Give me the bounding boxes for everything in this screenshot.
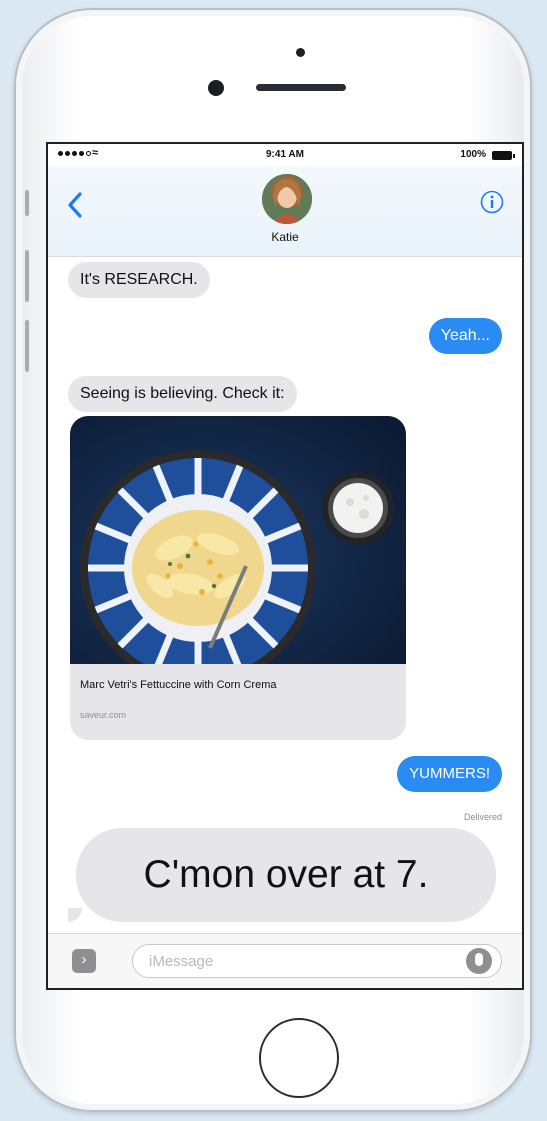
rich-link-domain: saveur.com [80, 710, 127, 720]
message-input-bar: › [48, 933, 522, 988]
message-input[interactable] [132, 944, 502, 978]
conversation-header: Katie [48, 166, 522, 257]
rich-link-title: Marc Vetri's Fettuccine with Corn Crema [80, 679, 277, 691]
message-bubble-incoming[interactable]: Seeing is believing. Check it: [68, 376, 297, 412]
message-bubble-incoming-big[interactable]: C'mon over at 7. [76, 828, 496, 922]
pasta-dish-photo [70, 416, 406, 664]
message-text: It's RESEARCH. [80, 271, 198, 288]
message-bubble-outgoing[interactable]: Yeah... [428, 318, 502, 354]
home-button[interactable] [259, 1018, 339, 1098]
battery-percentage: 100% [460, 149, 486, 160]
message-bubble-incoming[interactable]: It's RESEARCH. [68, 262, 210, 298]
message-text: C'mon over at 7. [143, 853, 429, 896]
info-icon[interactable] [480, 190, 504, 214]
avatar[interactable] [262, 174, 312, 224]
battery-icon [492, 151, 515, 160]
status-bar: ≈ 9:41 AM 100% [48, 144, 522, 166]
earpiece-speaker [256, 84, 346, 91]
status-time: 9:41 AM [266, 149, 304, 160]
rich-link-preview[interactable]: Marc Vetri's Fettuccine with Corn Crema … [70, 416, 406, 740]
volume-down-button [25, 320, 29, 372]
volume-up-button [25, 250, 29, 302]
chevron-right-icon[interactable]: › [72, 949, 96, 973]
mute-switch [25, 190, 29, 216]
message-bubble-outgoing[interactable]: YUMMERS! [397, 756, 502, 792]
front-camera [208, 80, 224, 96]
contact-name[interactable]: Katie [48, 230, 522, 244]
messages-screen: ≈ 9:41 AM 100% Katie It's RESEARCH. Yeah… [46, 142, 524, 990]
chevron-left-icon[interactable] [64, 190, 88, 220]
microphone-icon[interactable] [466, 948, 492, 974]
bubble-tail [68, 908, 82, 922]
message-text: Yeah... [440, 327, 490, 344]
message-text: Seeing is believing. Check it: [80, 385, 285, 402]
delivery-status: Delivered [463, 812, 502, 822]
proximity-sensor [296, 48, 305, 57]
message-text: YUMMERS! [409, 765, 490, 782]
